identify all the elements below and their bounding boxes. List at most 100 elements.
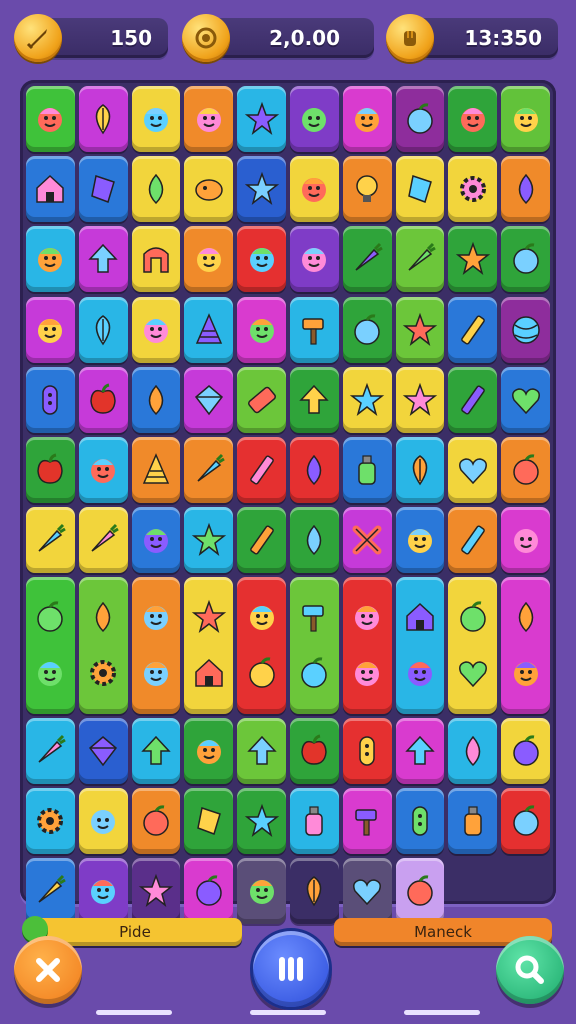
tile-r7-c4[interactable] bbox=[237, 577, 286, 714]
tile-r3-c4[interactable] bbox=[237, 296, 286, 363]
tile-r5-c6[interactable] bbox=[342, 437, 392, 503]
tile-r7-c9[interactable] bbox=[501, 577, 550, 714]
tile-r10-c7[interactable] bbox=[395, 788, 445, 854]
tile-r11-c1[interactable] bbox=[78, 858, 128, 925]
tile-r10-c0[interactable] bbox=[26, 788, 75, 854]
tile-r2-c2[interactable] bbox=[131, 226, 181, 293]
tile-r7-c1[interactable] bbox=[78, 577, 128, 714]
tile-r5-c5[interactable] bbox=[290, 437, 339, 503]
tile-r9-c1[interactable] bbox=[78, 717, 128, 784]
tile-r3-c7[interactable] bbox=[395, 296, 445, 363]
tile-r0-c9[interactable] bbox=[501, 86, 550, 152]
tile-r7-c5[interactable] bbox=[290, 577, 339, 714]
tile-r9-c8[interactable] bbox=[448, 717, 498, 784]
tile-r6-c8[interactable] bbox=[448, 507, 498, 574]
tile-r4-c1[interactable] bbox=[78, 366, 128, 433]
tile-r10-c3[interactable] bbox=[184, 788, 234, 854]
tile-r10-c6[interactable] bbox=[342, 788, 392, 854]
close-button[interactable] bbox=[14, 936, 82, 1004]
tile-r7-c8[interactable] bbox=[448, 577, 498, 714]
tile-r9-c5[interactable] bbox=[290, 717, 339, 784]
tile-r7-c7[interactable] bbox=[395, 577, 445, 714]
tile-r3-c2[interactable] bbox=[131, 296, 181, 363]
tile-r1-c7[interactable] bbox=[395, 156, 445, 223]
tile-r0-c0[interactable] bbox=[26, 86, 75, 152]
tile-r6-c9[interactable] bbox=[501, 507, 550, 574]
tile-r1-c1[interactable] bbox=[78, 156, 128, 223]
tile-r9-c4[interactable] bbox=[237, 717, 286, 784]
tile-r6-c4[interactable] bbox=[237, 507, 286, 574]
tile-r1-c8[interactable] bbox=[448, 156, 498, 223]
tile-r1-c9[interactable] bbox=[501, 156, 550, 223]
tile-r3-c9[interactable] bbox=[501, 296, 550, 363]
tile-r0-c8[interactable] bbox=[448, 86, 498, 152]
tile-r5-c3[interactable] bbox=[184, 437, 234, 503]
tile-r6-c6[interactable] bbox=[342, 507, 392, 574]
tile-r2-c3[interactable] bbox=[184, 226, 234, 293]
tile-r2-c7[interactable] bbox=[395, 226, 445, 293]
tile-r10-c5[interactable] bbox=[290, 788, 339, 854]
tile-r4-c2[interactable] bbox=[131, 366, 181, 433]
tile-r4-c6[interactable] bbox=[342, 366, 392, 433]
tile-r3-c3[interactable] bbox=[184, 296, 234, 363]
tile-r6-c0[interactable] bbox=[26, 507, 75, 574]
tile-r9-c3[interactable] bbox=[184, 717, 234, 784]
tile-r3-c6[interactable] bbox=[342, 296, 392, 363]
tile-r0-c7[interactable] bbox=[395, 86, 445, 152]
tile-r7-c6[interactable] bbox=[342, 577, 392, 714]
tile-r0-c5[interactable] bbox=[290, 86, 339, 152]
tile-r6-c2[interactable] bbox=[131, 507, 181, 574]
tile-r4-c7[interactable] bbox=[395, 366, 445, 433]
tile-r4-c3[interactable] bbox=[184, 366, 234, 433]
tile-r4-c8[interactable] bbox=[448, 366, 498, 433]
tile-r3-c5[interactable] bbox=[290, 296, 339, 363]
coin-icon[interactable] bbox=[182, 14, 230, 62]
tile-r5-c2[interactable] bbox=[131, 437, 181, 503]
tile-r4-c9[interactable] bbox=[501, 366, 550, 433]
tile-r5-c1[interactable] bbox=[78, 437, 128, 503]
tile-r10-c8[interactable] bbox=[448, 788, 498, 854]
tile-r0-c4[interactable] bbox=[237, 86, 286, 152]
tile-r3-c1[interactable] bbox=[78, 296, 128, 363]
tile-r10-c1[interactable] bbox=[78, 788, 128, 854]
tile-r1-c0[interactable] bbox=[26, 156, 75, 223]
tile-r3-c0[interactable] bbox=[26, 296, 75, 363]
sword-coin-icon[interactable] bbox=[14, 14, 62, 62]
tile-r9-c0[interactable] bbox=[26, 717, 75, 784]
tile-r5-c4[interactable] bbox=[237, 437, 286, 503]
tile-r2-c0[interactable] bbox=[26, 226, 75, 293]
tile-r4-c4[interactable] bbox=[237, 366, 286, 433]
tile-r9-c9[interactable] bbox=[501, 717, 550, 784]
pause-button[interactable] bbox=[250, 928, 332, 1010]
tile-r10-c9[interactable] bbox=[501, 788, 550, 854]
tile-r7-c3[interactable] bbox=[184, 577, 234, 714]
tile-r4-c0[interactable] bbox=[26, 366, 75, 433]
tile-r5-c9[interactable] bbox=[501, 437, 550, 503]
fist-coin-icon[interactable] bbox=[386, 14, 434, 62]
tile-r11-c4[interactable] bbox=[237, 858, 286, 925]
tile-r2-c5[interactable] bbox=[290, 226, 339, 293]
tile-r9-c6[interactable] bbox=[342, 717, 392, 784]
tile-r5-c7[interactable] bbox=[395, 437, 445, 503]
tile-r11-c0[interactable] bbox=[26, 858, 75, 925]
tile-r11-c3[interactable] bbox=[184, 858, 234, 925]
tile-r7-c2[interactable] bbox=[131, 577, 181, 714]
tile-r9-c7[interactable] bbox=[395, 717, 445, 784]
tile-r10-c2[interactable] bbox=[131, 788, 181, 854]
tile-r1-c3[interactable] bbox=[184, 156, 234, 223]
tile-r1-c2[interactable] bbox=[131, 156, 181, 223]
tile-r6-c5[interactable] bbox=[290, 507, 339, 574]
tile-r1-c6[interactable] bbox=[342, 156, 392, 223]
tile-r3-c8[interactable] bbox=[448, 296, 498, 363]
tile-r0-c6[interactable] bbox=[342, 86, 392, 152]
tile-r11-c7[interactable] bbox=[395, 858, 445, 925]
tile-r6-c7[interactable] bbox=[395, 507, 445, 574]
tile-r4-c5[interactable] bbox=[290, 366, 339, 433]
tile-r6-c3[interactable] bbox=[184, 507, 234, 574]
tile-r0-c2[interactable] bbox=[131, 86, 181, 152]
tile-r2-c6[interactable] bbox=[342, 226, 392, 293]
tile-r9-c2[interactable] bbox=[131, 717, 181, 784]
tile-r7-c0[interactable] bbox=[26, 577, 75, 714]
tile-r0-c3[interactable] bbox=[184, 86, 234, 152]
tile-r2-c1[interactable] bbox=[78, 226, 128, 293]
